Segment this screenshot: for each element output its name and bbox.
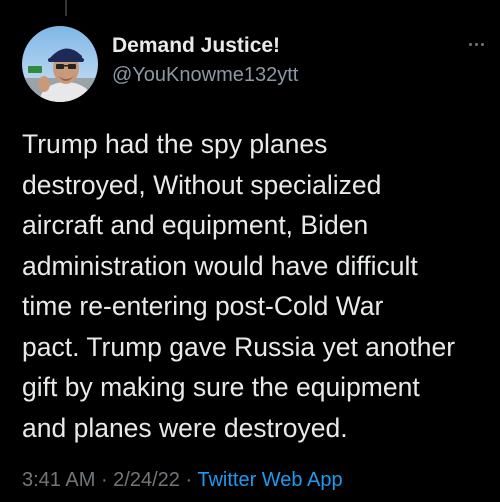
thread-connector-line — [65, 0, 67, 16]
tweet-text: Trump had the spy planes destroyed, With… — [22, 124, 498, 448]
meta-separator: · — [179, 469, 198, 491]
tweet-text-line: time re-entering post-Cold War — [22, 291, 384, 321]
tweet-date[interactable]: 2/24/22 — [113, 469, 180, 491]
tweet-text-line: gift by making sure the equipment — [22, 372, 420, 402]
avatar[interactable] — [22, 26, 98, 102]
tweet-time[interactable]: 3:41 AM — [22, 469, 95, 491]
tweet-text-line: aircraft and equipment, Biden — [22, 210, 369, 240]
more-options-button[interactable] — [460, 34, 492, 54]
tweet-text-line: destroyed, Without specialized — [22, 169, 382, 200]
tweet-metadata: 3:41 AM · 2/24/22 · Twitter Web App — [22, 469, 343, 492]
meta-separator: · — [95, 469, 114, 491]
avatar-image — [22, 26, 98, 102]
display-name[interactable]: Demand Justice! — [112, 34, 280, 58]
tweet-text-line: Trump had the spy planes — [22, 129, 328, 159]
more-horizontal-icon — [468, 42, 472, 46]
user-handle[interactable]: @YouKnowme132ytt — [112, 64, 298, 87]
tweet-source-link[interactable]: Twitter Web App — [197, 469, 342, 491]
tweet-text-line: pact. Trump gave Russia yet another — [22, 331, 456, 362]
tweet-text-line: and planes were destroyed. — [22, 412, 348, 443]
tweet-text-line: administration would have difficult — [22, 250, 418, 281]
tweet: Demand Justice! @YouKnowme132ytt Trump h… — [0, 0, 500, 502]
